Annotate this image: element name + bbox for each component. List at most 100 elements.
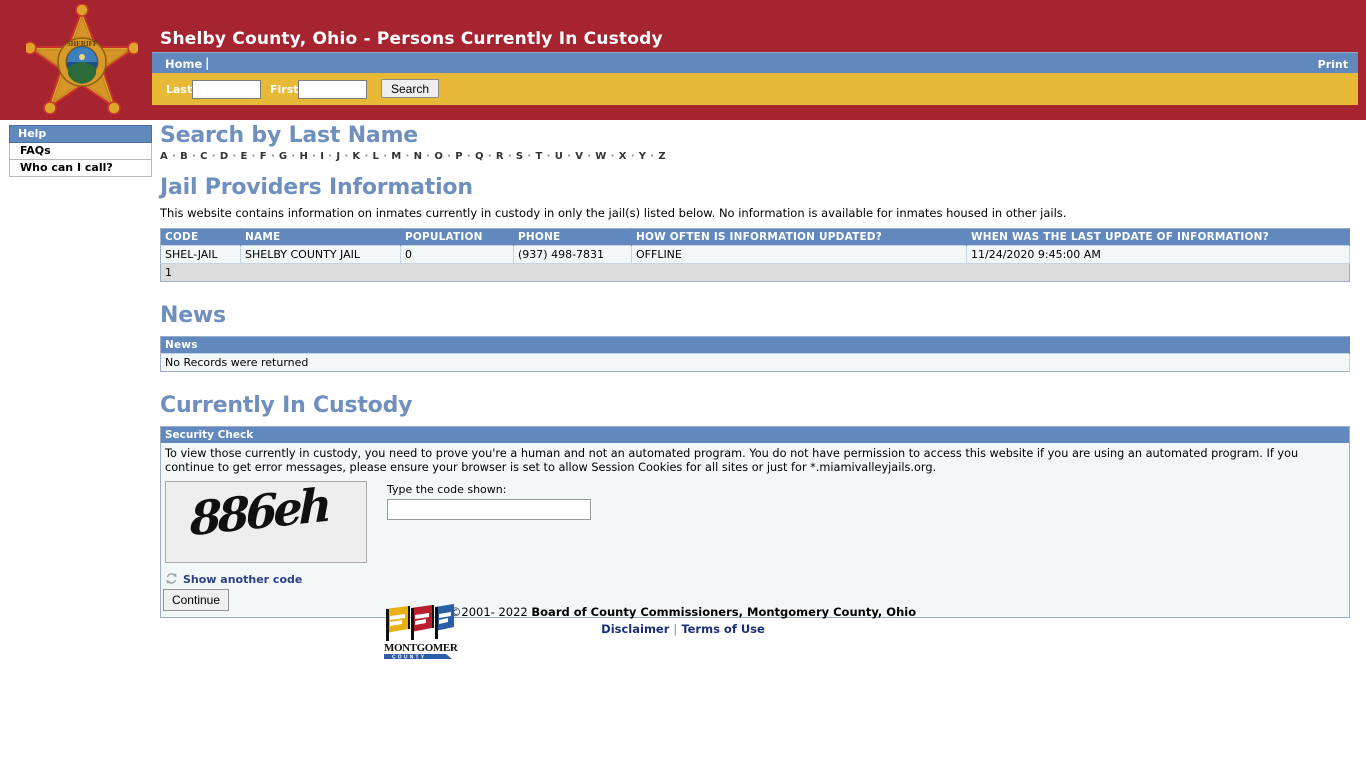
alpha-separator: · xyxy=(542,151,555,162)
cell-last-update: 11/24/2020 9:45:00 AM xyxy=(966,245,1350,264)
alpha-separator: · xyxy=(503,151,516,162)
svg-text:COUNTY: COUNTY xyxy=(392,655,426,661)
pager-page-number[interactable]: 1 xyxy=(160,263,1350,282)
alpha-separator: · xyxy=(228,151,241,162)
alpha-separator: · xyxy=(646,151,659,162)
alpha-link-q[interactable]: Q xyxy=(475,151,484,162)
alpha-link-k[interactable]: K xyxy=(352,151,360,162)
search-button[interactable]: Search xyxy=(381,79,439,98)
main-content: Search by Last Name A · B · C · D · E · … xyxy=(160,124,1350,618)
alpha-separator: · xyxy=(606,151,619,162)
news-header-row: News xyxy=(160,336,1350,354)
primary-nav: Home | Print xyxy=(152,52,1358,74)
alpha-link-e[interactable]: E xyxy=(241,151,248,162)
alpha-link-t[interactable]: T xyxy=(535,151,542,162)
alpha-separator: · xyxy=(360,151,373,162)
page-title: Shelby County, Ohio - Persons Currently … xyxy=(160,29,663,49)
cell-population: 0 xyxy=(400,245,514,264)
copyright-org: Board of County Commissioners, Montgomer… xyxy=(531,605,917,619)
alpha-link-d[interactable]: D xyxy=(220,151,229,162)
cell-name: SHELBY COUNTY JAIL xyxy=(240,245,401,264)
alpha-link-s[interactable]: S xyxy=(516,151,524,162)
column-header-name: NAME xyxy=(240,228,401,246)
alpha-separator: · xyxy=(207,151,220,162)
disclaimer-link[interactable]: Disclaimer xyxy=(601,622,669,636)
security-check-panel: Security Check To view those currently i… xyxy=(160,426,1350,618)
alpha-separator: · xyxy=(483,151,496,162)
name-search-bar: Last First Search xyxy=(152,73,1358,105)
sidebar-item-who-can-i-call[interactable]: Who can I call? xyxy=(9,160,152,177)
column-header-population: POPULATION xyxy=(400,228,514,246)
print-link[interactable]: Print xyxy=(1318,58,1348,71)
alpha-separator: · xyxy=(422,151,435,162)
alpha-link-x[interactable]: X xyxy=(619,151,627,162)
alpha-link-c[interactable]: C xyxy=(200,151,208,162)
copyright-line: ©2001- 2022 Board of County Commissioner… xyxy=(450,598,916,619)
table-header-row: CODE NAME POPULATION PHONE HOW OFTEN IS … xyxy=(160,228,1350,246)
alpha-separator: · xyxy=(401,151,414,162)
last-name-label: Last xyxy=(166,83,193,96)
svg-text:SHERIFF: SHERIFF xyxy=(67,40,97,48)
alpha-separator: · xyxy=(523,151,536,162)
column-header-last-update: WHEN WAS THE LAST UPDATE OF INFORMATION? xyxy=(966,228,1350,246)
currently-in-custody-heading: Currently In Custody xyxy=(160,393,413,418)
alpha-link-m[interactable]: M xyxy=(391,151,401,162)
alpha-link-u[interactable]: U xyxy=(555,151,564,162)
alpha-separator: · xyxy=(583,151,596,162)
alpha-link-h[interactable]: H xyxy=(299,151,308,162)
alpha-separator: · xyxy=(443,151,456,162)
alpha-separator: · xyxy=(563,151,576,162)
captcha-input-label: Type the code shown: xyxy=(387,483,507,496)
captcha-input[interactable] xyxy=(387,499,591,520)
montgomery-county-logo: MONTGOMERY COUNTY xyxy=(380,603,465,663)
table-pager-row: 1 xyxy=(160,263,1350,282)
cell-phone: (937) 498-7831 xyxy=(513,245,632,264)
captcha-code-text: 886eh xyxy=(190,481,328,547)
show-another-code-row[interactable]: Show another code xyxy=(165,570,302,589)
last-name-input[interactable] xyxy=(192,80,261,99)
sheriff-badge-icon: SHERIFF xyxy=(23,3,141,118)
first-name-input[interactable] xyxy=(298,80,367,99)
alpha-link-b[interactable]: B xyxy=(180,151,188,162)
column-header-code: CODE xyxy=(160,228,241,246)
security-check-warning: To view those currently in custody, you … xyxy=(165,447,1299,474)
table-row: SHEL-JAIL SHELBY COUNTY JAIL 0 (937) 498… xyxy=(160,245,1350,264)
nav-separator: | xyxy=(205,56,210,70)
footer-links: Disclaimer | Terms of Use xyxy=(450,622,916,636)
alpha-link-a[interactable]: A xyxy=(160,151,168,162)
alpha-link-o[interactable]: O xyxy=(434,151,443,162)
terms-of-use-link[interactable]: Terms of Use xyxy=(681,622,765,636)
sidebar-title: Help xyxy=(9,125,152,143)
alpha-link-z[interactable]: Z xyxy=(658,151,666,162)
footer-link-separator: | xyxy=(673,622,678,636)
nav-item-home[interactable]: Home xyxy=(165,57,202,71)
jail-providers-heading: Jail Providers Information xyxy=(160,175,473,200)
alpha-separator: · xyxy=(188,151,201,162)
captcha-image: 886eh xyxy=(165,481,367,563)
alpha-separator: · xyxy=(168,151,181,162)
alphabet-index: A · B · C · D · E · F · G · H · I · J · … xyxy=(160,151,1350,162)
first-name-label: First xyxy=(270,83,299,96)
alpha-link-g[interactable]: G xyxy=(279,151,288,162)
sidebar-item-faqs[interactable]: FAQs xyxy=(9,143,152,160)
news-empty-row: No Records were returned xyxy=(160,353,1350,372)
column-header-phone: PHONE xyxy=(513,228,632,246)
alpha-link-w[interactable]: W xyxy=(595,151,606,162)
column-header-news: News xyxy=(160,336,1350,354)
news-empty-message: No Records were returned xyxy=(160,353,1350,372)
alpha-separator: · xyxy=(324,151,337,162)
alpha-separator: · xyxy=(340,151,353,162)
cell-update-frequency: OFFLINE xyxy=(631,245,967,264)
cell-code: SHEL-JAIL xyxy=(160,245,241,264)
alpha-link-f[interactable]: F xyxy=(260,151,267,162)
show-another-code-link[interactable]: Show another code xyxy=(183,573,302,586)
captcha-row: 886eh Type the code shown: xyxy=(165,481,1345,571)
column-header-update-frequency: HOW OFTEN IS INFORMATION UPDATED? xyxy=(631,228,967,246)
alpha-link-r[interactable]: R xyxy=(496,151,504,162)
jail-providers-intro: This website contains information on inm… xyxy=(160,206,1067,220)
alpha-separator: · xyxy=(287,151,300,162)
site-header: SHERIFF Shelby County, Ohio - Persons Cu… xyxy=(0,0,1366,120)
site-footer: MONTGOMERY COUNTY ©2001- 2022 Board of C… xyxy=(0,598,1366,661)
jail-providers-table: CODE NAME POPULATION PHONE HOW OFTEN IS … xyxy=(160,228,1350,282)
alpha-link-p[interactable]: P xyxy=(455,151,463,162)
